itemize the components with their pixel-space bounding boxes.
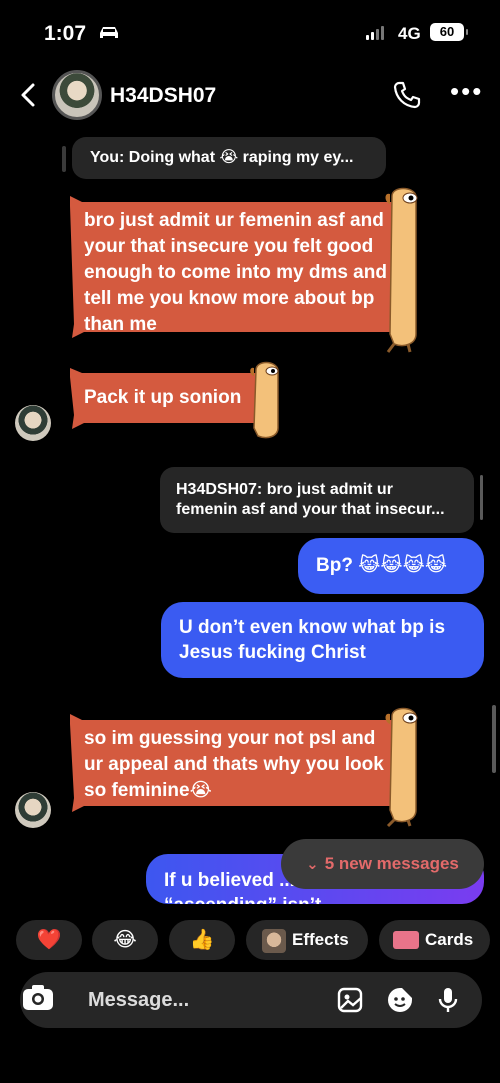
quick-reactions-bar: ❤️ 😂 👍 Effects Cards	[14, 920, 490, 962]
signal-icon	[366, 26, 384, 40]
back-chevron-icon[interactable]	[18, 82, 38, 116]
message-text: so im guessing your not psl and ur appea…	[84, 728, 384, 801]
status-bar: 1:07 4G 60	[0, 0, 500, 60]
outgoing-message-bubble[interactable]: U don’t even know what bp is Jesus fucki…	[161, 602, 484, 678]
cards-button[interactable]: Cards	[379, 920, 490, 960]
reply-preview[interactable]: You: Doing what 😭 raping my ey...	[72, 137, 386, 179]
dog-sticker-icon	[385, 707, 418, 828]
reply-indicator-bar	[62, 146, 66, 172]
dog-sticker-icon	[385, 187, 418, 353]
message-text: Pack it up sonion	[84, 387, 242, 408]
incoming-message-bubble[interactable]: Pack it up sonion	[70, 365, 270, 431]
more-dots-icon[interactable]: •••	[450, 76, 483, 107]
double-chevron-down-icon: ⌄	[306, 856, 319, 873]
camera-icon[interactable]	[18, 978, 58, 1018]
outgoing-message-bubble[interactable]: Bp? 😹😹😹😹	[298, 538, 484, 594]
new-messages-button[interactable]: ⌄ 5 new messages	[281, 839, 484, 889]
message-text: bro just admit ur femenin asf and your t…	[84, 210, 387, 335]
incoming-message-bubble[interactable]: bro just admit ur femenin asf and your t…	[70, 192, 422, 340]
reply-indicator-bar	[480, 475, 483, 520]
phone-icon[interactable]	[392, 80, 422, 110]
effects-button[interactable]: Effects	[246, 920, 368, 960]
new-messages-label: 5 new messages	[324, 854, 459, 873]
contact-avatar-small[interactable]	[15, 405, 51, 441]
contact-name[interactable]: H34DSH07	[110, 84, 216, 108]
face-effect-icon	[262, 928, 286, 953]
thumbs-up-reaction-button[interactable]: 👍	[169, 920, 235, 960]
incoming-message-bubble[interactable]: so im guessing your not psl and ur appea…	[70, 710, 422, 814]
reply-preview[interactable]: H34DSH07: bro just admit ur femenin asf …	[160, 467, 474, 533]
cards-label: Cards	[425, 930, 474, 949]
microphone-icon[interactable]	[434, 986, 462, 1014]
network-label: 4G	[398, 24, 421, 43]
effects-label: Effects	[292, 930, 349, 949]
message-input[interactable]	[88, 972, 308, 1028]
contact-avatar-small[interactable]	[15, 792, 51, 828]
status-time: 1:07	[44, 22, 87, 45]
chat-header: H34DSH07 •••	[0, 62, 500, 132]
heart-reaction-button[interactable]: ❤️	[16, 920, 82, 960]
gift-card-icon	[393, 930, 419, 949]
scrollbar[interactable]	[492, 705, 496, 773]
sticker-icon[interactable]	[386, 986, 414, 1014]
laughing-reaction-button[interactable]: 😂	[92, 920, 158, 960]
contact-avatar[interactable]	[52, 70, 102, 120]
battery-icon: 60	[430, 23, 468, 41]
car-icon	[100, 27, 118, 38]
dog-sticker-icon	[250, 361, 279, 439]
gallery-icon[interactable]	[336, 986, 364, 1014]
message-composer	[20, 972, 482, 1028]
